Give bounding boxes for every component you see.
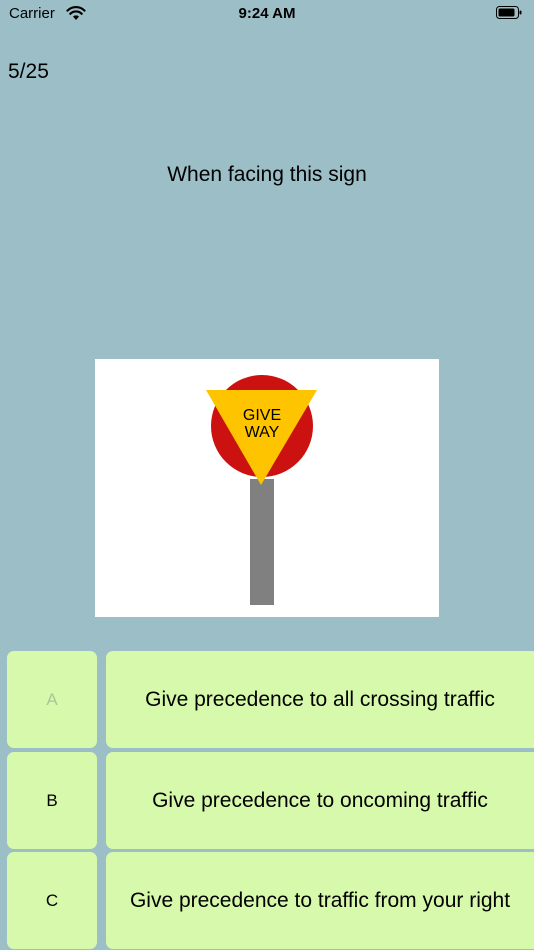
answer-option-b[interactable]: Give precedence to oncoming traffic bbox=[106, 752, 534, 849]
sign-post bbox=[250, 479, 274, 605]
question-text: When facing this sign bbox=[167, 163, 367, 186]
sign-text-way: WAY bbox=[245, 424, 280, 441]
answer-row-a: A Give precedence to all crossing traffi… bbox=[0, 651, 534, 748]
answer-row-b: B Give precedence to oncoming traffic bbox=[0, 752, 534, 849]
sign-text-give: GIVE bbox=[243, 407, 281, 424]
answer-letter-c[interactable]: C bbox=[7, 852, 97, 949]
answer-letter-b[interactable]: B bbox=[7, 752, 97, 849]
answer-option-c[interactable]: Give precedence to traffic from your rig… bbox=[106, 852, 534, 949]
answer-row-c: C Give precedence to traffic from your r… bbox=[0, 852, 534, 949]
question-progress: 5/25 bbox=[8, 60, 49, 83]
clock: 9:24 AM bbox=[238, 5, 296, 22]
answer-option-a[interactable]: Give precedence to all crossing traffic bbox=[106, 651, 534, 748]
status-bar: Carrier 9:24 AM bbox=[0, 0, 534, 30]
sign-image: GIVE WAY bbox=[95, 359, 439, 617]
answer-letter-a[interactable]: A bbox=[7, 651, 97, 748]
battery-icon bbox=[496, 6, 522, 19]
give-way-sign-illustration: GIVE WAY bbox=[206, 375, 317, 605]
